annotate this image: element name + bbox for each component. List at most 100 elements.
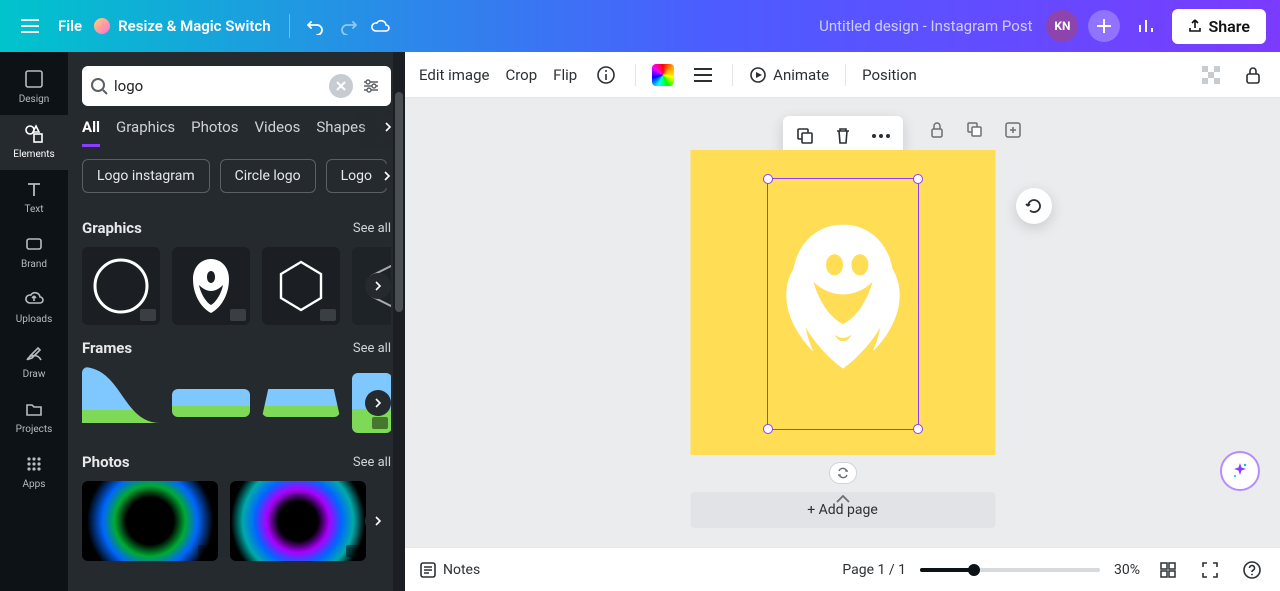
avatar[interactable]: KN bbox=[1046, 10, 1078, 42]
tab-all[interactable]: All bbox=[82, 118, 100, 147]
list-menu-button[interactable] bbox=[690, 62, 716, 88]
separator bbox=[635, 64, 636, 86]
zoom-slider-knob[interactable] bbox=[968, 564, 980, 576]
search-bar bbox=[82, 66, 391, 106]
resize-handle-tl[interactable] bbox=[763, 174, 773, 184]
clear-search-button[interactable] bbox=[329, 74, 353, 98]
hamburger-icon bbox=[21, 19, 39, 33]
graphic-thumb[interactable] bbox=[82, 247, 160, 325]
page-sync-button[interactable] bbox=[829, 462, 857, 484]
tab-photos[interactable]: Photos bbox=[191, 118, 238, 147]
pro-badge-icon bbox=[372, 417, 388, 429]
nav-elements[interactable]: Elements bbox=[0, 115, 68, 170]
redo-button[interactable] bbox=[332, 10, 364, 42]
fullscreen-button[interactable] bbox=[1196, 556, 1224, 584]
topbar-right: KN Share bbox=[1046, 9, 1266, 44]
page-add-button[interactable] bbox=[999, 116, 1027, 144]
zoom-label[interactable]: 30% bbox=[1114, 562, 1140, 578]
grid-view-button[interactable] bbox=[1154, 556, 1182, 584]
selection-box[interactable] bbox=[767, 178, 919, 430]
trash-icon bbox=[835, 127, 851, 145]
topbar: File Resize & Magic Switch Untitled desi… bbox=[0, 0, 1280, 52]
tab-graphics[interactable]: Graphics bbox=[116, 118, 175, 147]
invite-button[interactable] bbox=[1088, 10, 1120, 42]
more-button[interactable] bbox=[867, 122, 895, 150]
see-all-photos[interactable]: See all bbox=[353, 455, 391, 470]
suggestion-chips: Logo instagram Circle logo Logo bbox=[68, 147, 405, 205]
share-button[interactable]: Share bbox=[1172, 9, 1266, 44]
photo-thumb[interactable] bbox=[230, 481, 366, 561]
resize-handle-tr[interactable] bbox=[913, 174, 923, 184]
frame-thumb[interactable] bbox=[262, 389, 340, 417]
copy-icon bbox=[796, 127, 814, 145]
notes-button[interactable]: Notes bbox=[419, 561, 480, 579]
frame-thumb[interactable] bbox=[82, 367, 160, 439]
position-button[interactable]: Position bbox=[862, 66, 917, 84]
resize-handle-br[interactable] bbox=[913, 424, 923, 434]
zoom-slider[interactable] bbox=[920, 568, 1100, 572]
page-duplicate-button[interactable] bbox=[961, 116, 989, 144]
document-title[interactable]: Untitled design - Instagram Post bbox=[819, 17, 1032, 35]
nav-projects[interactable]: Projects bbox=[0, 390, 68, 445]
nav-text[interactable]: Text bbox=[0, 170, 68, 225]
search-input[interactable] bbox=[108, 77, 329, 95]
color-picker-button[interactable] bbox=[652, 64, 674, 86]
nav-draw[interactable]: Draw bbox=[0, 335, 68, 390]
graphics-scroll-right[interactable] bbox=[365, 273, 391, 299]
frames-scroll-right[interactable] bbox=[365, 390, 391, 416]
animate-button[interactable]: Animate bbox=[749, 66, 829, 84]
help-button[interactable] bbox=[1238, 556, 1266, 584]
chevron-right-icon bbox=[373, 281, 383, 291]
graphic-thumb[interactable] bbox=[262, 247, 340, 325]
lion-graphic[interactable] bbox=[778, 214, 908, 394]
search-icon bbox=[90, 77, 108, 95]
resize-magic-switch[interactable]: Resize & Magic Switch bbox=[94, 17, 270, 35]
animate-icon bbox=[749, 66, 767, 84]
photos-scroll-right[interactable] bbox=[365, 508, 391, 534]
tab-videos[interactable]: Videos bbox=[254, 118, 300, 147]
photo-thumb[interactable] bbox=[82, 481, 218, 561]
panel-scrollbar[interactable] bbox=[393, 52, 405, 591]
info-icon bbox=[596, 65, 616, 85]
chip-circle-logo[interactable]: Circle logo bbox=[220, 159, 316, 193]
magic-assistant-button[interactable] bbox=[1220, 451, 1260, 491]
tab-shapes[interactable]: Shapes bbox=[316, 118, 365, 147]
see-all-frames[interactable]: See all bbox=[353, 341, 391, 356]
nav-label: Design bbox=[19, 94, 50, 105]
lock-button[interactable] bbox=[1240, 62, 1266, 88]
undo-button[interactable] bbox=[300, 10, 332, 42]
crop-button[interactable]: Crop bbox=[505, 66, 537, 84]
nav-design[interactable]: Design bbox=[0, 60, 68, 115]
page-indicator[interactable]: Page 1 / 1 bbox=[842, 562, 906, 578]
flip-button[interactable]: Flip bbox=[553, 66, 577, 84]
nav-brand[interactable]: Brand bbox=[0, 225, 68, 280]
scrollbar-thumb[interactable] bbox=[395, 92, 403, 312]
side-nav: Design Elements Text Brand Uploads Draw … bbox=[0, 52, 68, 591]
graphic-thumb[interactable] bbox=[172, 247, 250, 325]
nav-uploads[interactable]: Uploads bbox=[0, 280, 68, 335]
chip-logo-instagram[interactable]: Logo instagram bbox=[82, 159, 210, 193]
see-all-graphics[interactable]: See all bbox=[353, 221, 391, 236]
section-title: Graphics bbox=[82, 219, 142, 237]
nav-label: Draw bbox=[23, 369, 46, 380]
page-lock-button[interactable] bbox=[923, 116, 951, 144]
duplicate-button[interactable] bbox=[791, 122, 819, 150]
frame-thumb[interactable] bbox=[172, 389, 250, 417]
file-menu[interactable]: File bbox=[58, 17, 82, 35]
sparkle-icon bbox=[1231, 462, 1249, 480]
edit-image-button[interactable]: Edit image bbox=[419, 66, 489, 84]
delete-button[interactable] bbox=[829, 122, 857, 150]
info-button[interactable] bbox=[593, 62, 619, 88]
search-filters-button[interactable] bbox=[359, 74, 383, 98]
transparency-button[interactable] bbox=[1198, 62, 1224, 88]
more-icon bbox=[872, 134, 890, 138]
resize-handle-bl[interactable] bbox=[763, 424, 773, 434]
canvas-area[interactable]: + Add page bbox=[405, 98, 1280, 547]
menu-button[interactable] bbox=[14, 10, 46, 42]
nav-apps[interactable]: Apps bbox=[0, 445, 68, 500]
analytics-button[interactable] bbox=[1130, 10, 1162, 42]
show-pages-button[interactable] bbox=[829, 491, 857, 507]
regenerate-button[interactable] bbox=[1016, 188, 1052, 224]
uploads-icon bbox=[23, 288, 45, 310]
cloud-sync-button[interactable] bbox=[364, 10, 396, 42]
